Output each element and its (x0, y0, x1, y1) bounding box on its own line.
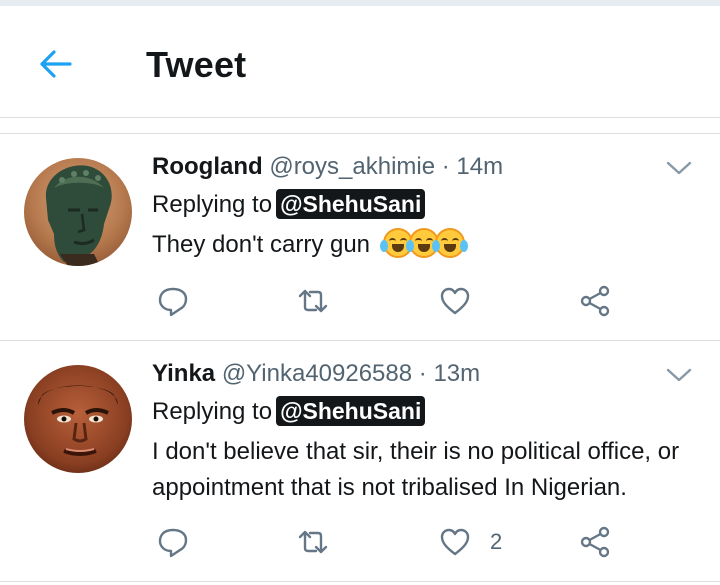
avatar-image (24, 158, 132, 266)
reply-button[interactable] (156, 281, 190, 321)
author-name[interactable]: Roogland (152, 153, 263, 180)
tweet-menu-button[interactable] (666, 366, 692, 384)
meta-separator: · (441, 153, 450, 180)
author-handle[interactable]: @Yinka40926588 (222, 360, 412, 387)
top-app-bar: Tweet (0, 6, 720, 118)
mention-link[interactable]: @ShehuSani (276, 189, 426, 219)
back-button[interactable] (36, 46, 76, 82)
tweet-item[interactable]: Yinka @Yinka40926588 · 13m Replying to @S… (0, 342, 720, 582)
share-button[interactable] (578, 281, 612, 321)
tweet-meta: Roogland @roys_akhimie · 14m (152, 153, 503, 181)
tweet-text: I don't believe that sir, their is no po… (152, 438, 680, 501)
share-icon (580, 285, 610, 317)
mention-link[interactable]: @ShehuSani (276, 396, 426, 426)
like-count: 2 (490, 529, 503, 554)
like-button[interactable] (438, 281, 472, 321)
retweet-button[interactable] (296, 281, 330, 321)
tears-of-joy-emoji-icon (431, 228, 468, 258)
emoji-group (377, 228, 468, 258)
like-button[interactable]: 2 (438, 522, 502, 562)
tweet-menu-button[interactable] (666, 159, 692, 177)
share-icon (580, 526, 610, 558)
tweet-text: They don't carry gun (152, 227, 702, 263)
avatar-image (24, 365, 132, 473)
retweet-icon (298, 530, 328, 554)
heart-icon (440, 287, 470, 315)
page-title: Tweet (146, 44, 247, 85)
heart-icon (440, 528, 470, 556)
tweet-actions (152, 281, 622, 321)
replying-to-label: Replying to (152, 191, 273, 218)
avatar[interactable] (24, 158, 132, 266)
reply-button[interactable] (156, 522, 190, 562)
retweet-icon (298, 289, 328, 313)
avatar[interactable] (24, 365, 132, 473)
retweet-button[interactable] (296, 522, 330, 562)
replying-to-label: Replying to (152, 398, 273, 425)
replying-to: Replying to @ShehuSani (152, 189, 426, 219)
divider-spacer (0, 118, 720, 134)
reply-icon (158, 528, 188, 558)
back-arrow-icon (40, 50, 72, 78)
chevron-down-icon (666, 161, 692, 175)
share-button[interactable] (578, 522, 612, 562)
tweet-actions: 2 (152, 522, 622, 562)
tweet-item[interactable]: Roogland @roys_akhimie · 14m Replying to… (0, 135, 720, 341)
chevron-down-icon (666, 368, 692, 382)
reply-icon (158, 287, 188, 317)
replying-to: Replying to @ShehuSani (152, 396, 426, 426)
tweet-time: 13m (433, 360, 481, 387)
tweet-meta: Yinka @Yinka40926588 · 13m (152, 360, 480, 388)
author-handle[interactable]: @roys_akhimie (269, 153, 435, 180)
tweet-body: They don't carry gun (152, 231, 371, 258)
meta-separator: · (418, 360, 427, 387)
author-name[interactable]: Yinka (152, 360, 215, 387)
tweet-time: 14m (456, 153, 504, 180)
